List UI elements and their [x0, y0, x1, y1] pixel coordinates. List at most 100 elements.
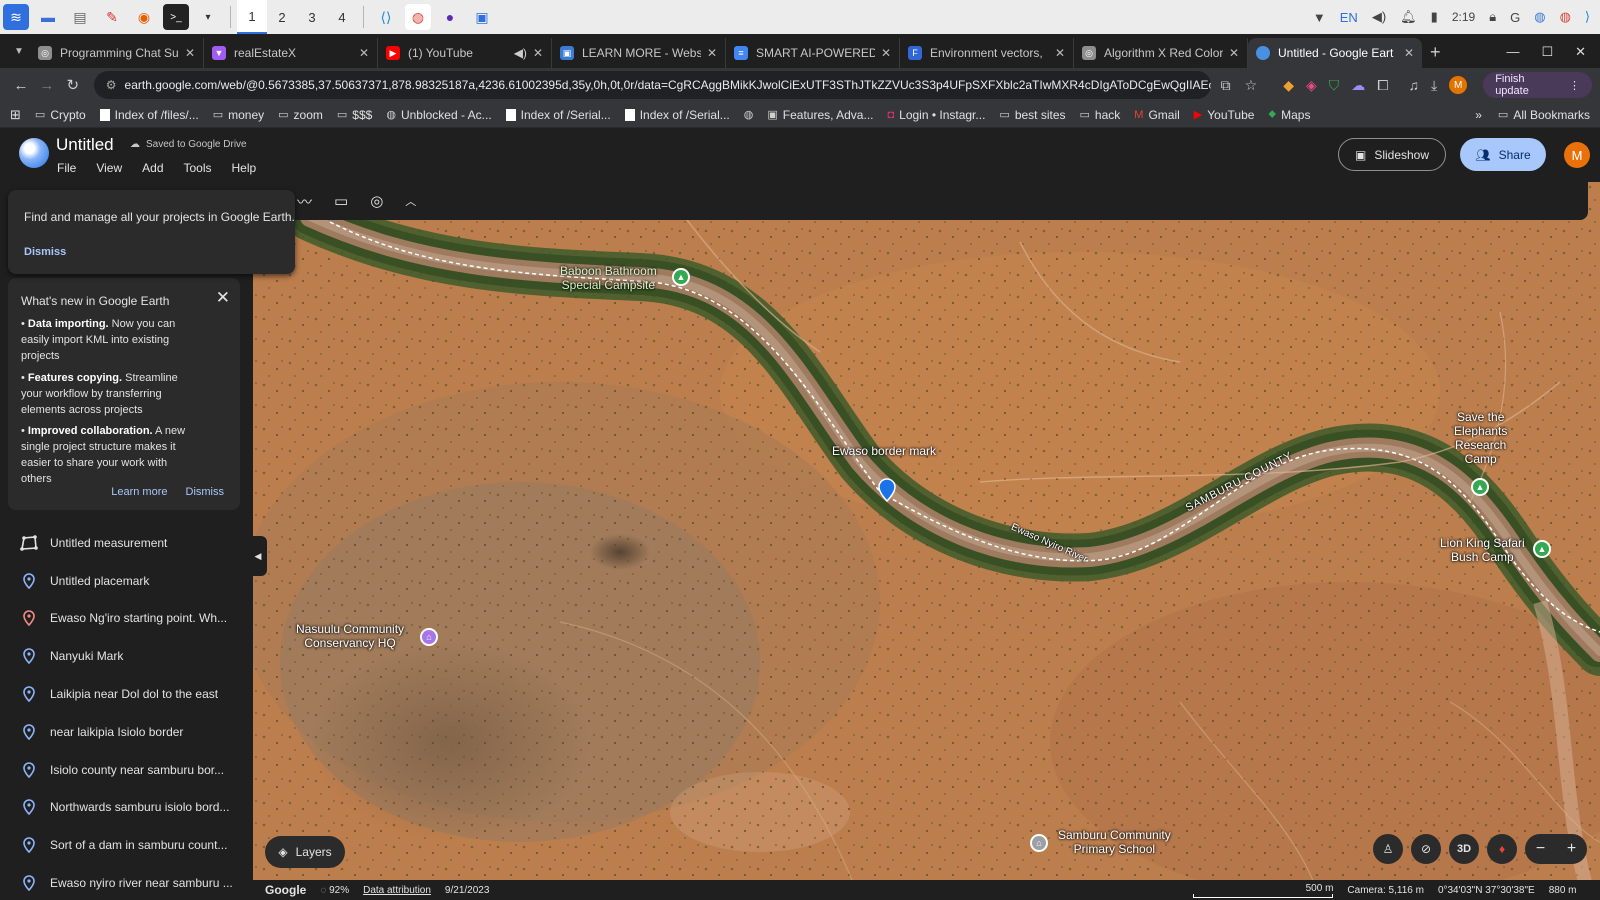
list-item[interactable]: Laikipia near Dol dol to the east — [0, 675, 248, 713]
battery-icon[interactable]: ▮ — [1431, 9, 1438, 25]
workspace-1[interactable]: 1 — [237, 0, 267, 34]
address-bar[interactable]: ⚙ earth.google.com/web/@0.5673385,37.506… — [93, 71, 1211, 99]
bookmark-item[interactable]: ◍ — [744, 108, 754, 121]
close-icon[interactable]: ✕ — [881, 46, 891, 60]
scale-bar[interactable]: 500 m — [1193, 883, 1334, 898]
bookmark-star-icon[interactable]: ☆ — [1245, 77, 1258, 94]
site-info-icon[interactable]: ⚙ — [106, 78, 117, 92]
list-item[interactable]: Ewaso nyiro river near samburu ... — [0, 864, 248, 900]
all-bookmarks-button[interactable]: ▭ All Bookmarks — [1498, 108, 1590, 122]
google-icon[interactable]: G — [1510, 10, 1520, 25]
text-editor-icon[interactable]: ✎ — [99, 4, 125, 30]
bookmark-item[interactable]: ▭ zoom — [278, 108, 323, 122]
menu-file[interactable]: File — [57, 161, 76, 175]
audio-playing-icon[interactable]: ◀) — [514, 46, 527, 60]
extension-icon[interactable]: ◈ — [1306, 77, 1317, 94]
zoom-out-icon[interactable]: − — [1536, 840, 1545, 858]
browser-tab[interactable]: ◎ Programming Chat Su ✕ — [30, 38, 204, 68]
browser-tab[interactable]: ≡ SMART AI-POWERED ✕ — [726, 38, 900, 68]
chevron-down-icon[interactable]: ▾ — [195, 4, 221, 30]
poi-label-save-elephants[interactable]: Save the Elephants Research Camp — [1454, 410, 1507, 466]
calendar-icon[interactable]: ▣ — [469, 4, 495, 30]
collapse-sidebar-button[interactable]: ◀ — [249, 536, 267, 576]
browser-tab[interactable]: ▼ realEstateX ✕ — [204, 38, 378, 68]
campsite-pin-icon[interactable]: ▲ — [672, 268, 690, 286]
close-icon[interactable]: ✕ — [1229, 46, 1239, 60]
slideshow-button[interactable]: ▣ Slideshow — [1338, 138, 1446, 171]
chrome-tray-icon[interactable]: ◍ — [1560, 9, 1571, 25]
project-title[interactable]: Untitled — [56, 135, 114, 155]
shield-icon[interactable]: ⛉ — [1329, 77, 1340, 94]
extension-icon[interactable]: ☁ — [1351, 77, 1365, 94]
menu-tools[interactable]: Tools — [184, 161, 212, 175]
puzzle-icon[interactable]: ⧠ — [1377, 77, 1388, 94]
download-icon[interactable]: ⤓ — [1431, 77, 1437, 94]
minimize-icon[interactable]: — — [1506, 44, 1519, 60]
wifi-icon[interactable]: ▼ — [1313, 10, 1326, 25]
keyboard-language[interactable]: EN — [1340, 10, 1358, 25]
bookmark-item[interactable]: ▭ best sites — [999, 108, 1065, 122]
file-manager-icon[interactable]: ▤ — [67, 4, 93, 30]
close-icon[interactable]: ✕ — [185, 46, 195, 60]
workspace-4[interactable]: 4 — [327, 0, 357, 34]
close-icon[interactable]: ✕ — [359, 46, 369, 60]
close-icon[interactable]: ✕ — [216, 288, 230, 308]
dismiss-button[interactable]: Dismiss — [24, 246, 66, 258]
bookmark-item[interactable]: ▭ hack — [1080, 108, 1121, 122]
new-tab-button[interactable]: + — [1430, 42, 1441, 63]
bookmark-item[interactable]: ▭ Crypto — [35, 108, 86, 122]
vscode-icon[interactable]: ⟨⟩ — [373, 4, 399, 30]
poi-label-lion-king-camp[interactable]: Lion King Safari Bush Camp — [1440, 536, 1525, 564]
campsite-pin-icon[interactable]: ▲ — [1471, 478, 1489, 496]
bookmark-item[interactable]: ◘ Login • Instagr... — [887, 108, 985, 122]
placemark-label-ewaso-border[interactable]: Ewaso border mark — [832, 444, 936, 458]
media-control-icon[interactable]: ♫ — [1408, 77, 1419, 93]
street-view-pegman-icon[interactable]: ♙ — [1373, 834, 1403, 864]
profile-avatar[interactable]: M — [1449, 76, 1468, 94]
extension-icon[interactable]: ◆ — [1283, 77, 1294, 94]
data-attribution-link[interactable]: Data attribution — [363, 885, 431, 896]
campsite-pin-icon[interactable]: ▲ — [1533, 540, 1551, 558]
close-window-icon[interactable]: ✕ — [1575, 44, 1586, 60]
terminal-icon[interactable]: >_ — [163, 4, 189, 30]
vscode-tray-icon[interactable]: ⟩ — [1585, 9, 1590, 25]
browser-tab[interactable]: F Environment vectors, ✕ — [900, 38, 1074, 68]
office-pin-icon[interactable]: ⌂ — [420, 628, 438, 646]
list-item[interactable]: Northwards samburu isiolo bord... — [0, 789, 248, 827]
bookmark-item[interactable]: M Gmail — [1134, 108, 1180, 122]
apps-grid-icon[interactable]: ⊞ — [10, 107, 21, 123]
learn-more-link[interactable]: Learn more — [111, 486, 167, 498]
account-avatar[interactable]: M — [1564, 142, 1590, 168]
list-item[interactable]: Untitled placemark — [0, 562, 248, 600]
google-earth-logo[interactable] — [19, 138, 49, 168]
bookmark-item[interactable]: Index of /Serial... — [624, 108, 730, 122]
share-button[interactable]: 👥︎ Share — [1460, 138, 1546, 171]
reload-icon[interactable]: ↻ — [60, 76, 86, 94]
bookmark-item[interactable]: ▭ money — [213, 108, 264, 122]
more-bookmarks-icon[interactable]: » — [1475, 108, 1482, 122]
browser-tab[interactable]: ▶ (1) YouTube ◀) ✕ — [378, 38, 552, 68]
menu-view[interactable]: View — [96, 161, 122, 175]
poi-label-baboon-campsite[interactable]: Baboon Bathroom Special Campsite — [560, 264, 657, 292]
bookmark-item[interactable]: ⬥ Maps — [1268, 108, 1310, 122]
measure-ruler-icon[interactable]: ▭ — [334, 192, 348, 210]
poi-label-nasuulu-hq[interactable]: Nasuulu Community Conservancy HQ — [296, 622, 404, 650]
close-icon[interactable]: ✕ — [1404, 46, 1414, 60]
compass-rotate-icon[interactable]: ⊘ — [1411, 834, 1441, 864]
bookmark-item[interactable]: ▣ Features, Adva... — [767, 108, 873, 122]
compass-north-icon[interactable]: ♦ — [1487, 834, 1517, 864]
dismiss-button[interactable]: Dismiss — [186, 486, 225, 498]
browser-tab[interactable]: ◎ Algorithm X Red Color ✕ — [1074, 38, 1248, 68]
list-item[interactable]: Isiolo county near samburu bor... — [0, 751, 248, 789]
close-icon[interactable]: ✕ — [707, 46, 717, 60]
toggle-3d-button[interactable]: 3D — [1449, 834, 1479, 864]
close-icon[interactable]: ✕ — [1055, 46, 1065, 60]
bookmark-item[interactable]: Index of /Serial... — [505, 108, 611, 122]
forward-icon[interactable]: → — [34, 77, 60, 94]
list-item[interactable]: Ewaso Ng'iro starting point. Wh... — [0, 600, 248, 638]
browser-tab[interactable]: ▣ LEARN MORE - Websi ✕ — [552, 38, 726, 68]
layers-button[interactable]: ◈ Layers — [265, 836, 345, 868]
browser-icon[interactable]: ● — [437, 4, 463, 30]
list-item[interactable]: near laikipia Isiolo border — [0, 713, 248, 751]
tab-search-icon[interactable]: ▼ — [8, 40, 30, 62]
